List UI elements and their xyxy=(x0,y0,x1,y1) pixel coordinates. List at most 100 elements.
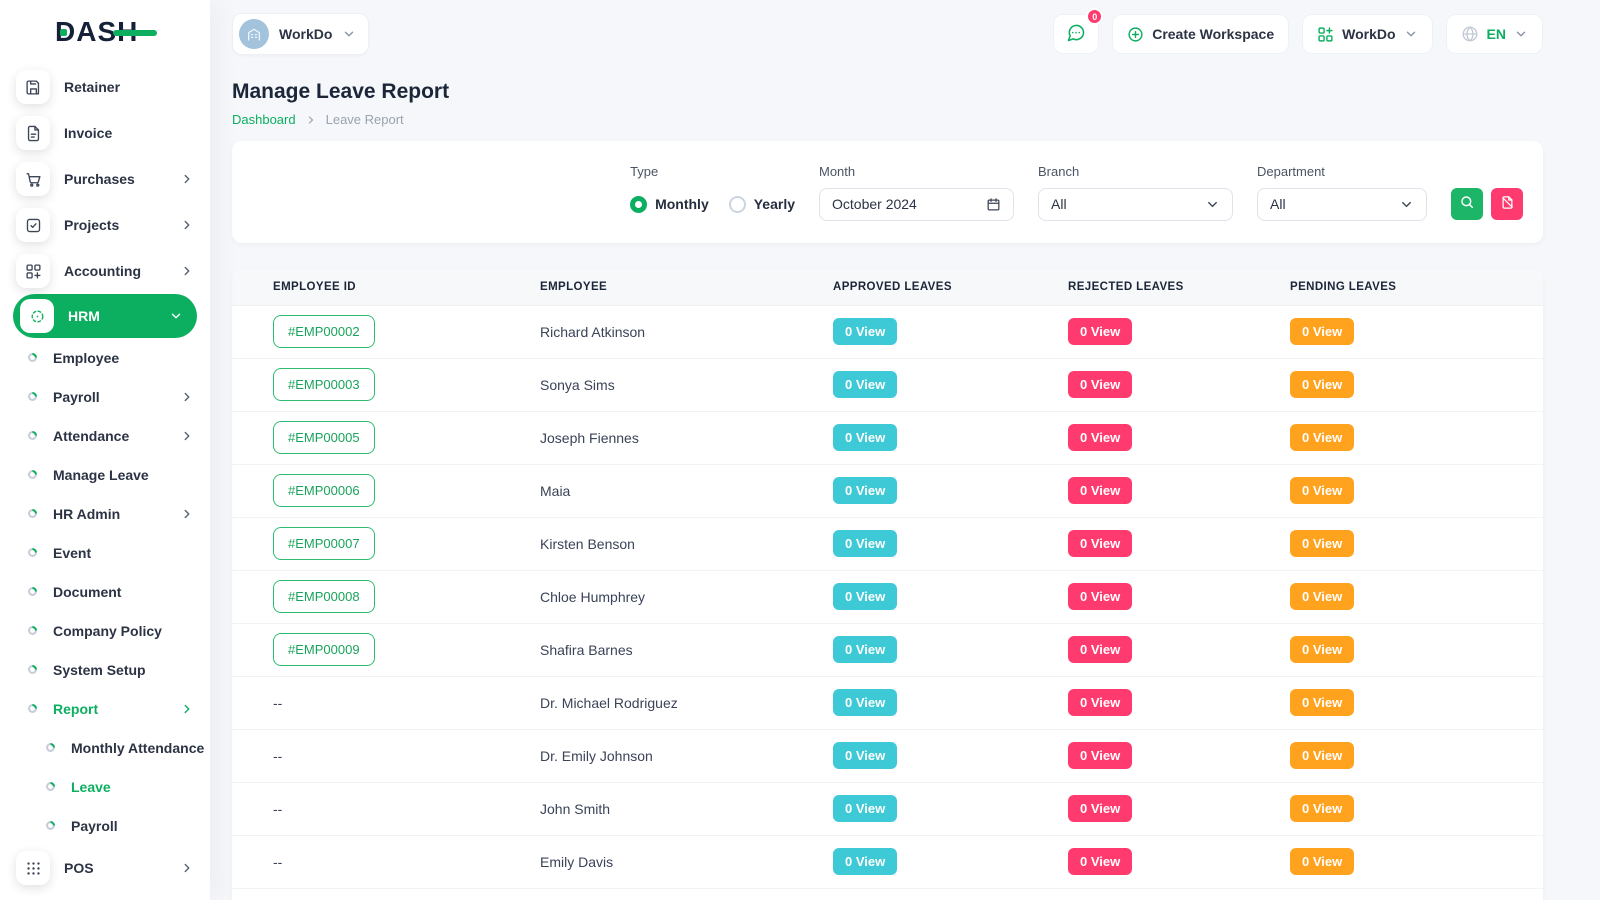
sidebar-item-company-policy[interactable]: Company Policy xyxy=(0,611,210,650)
rejected-leaves-badge[interactable]: 0 View xyxy=(1068,689,1132,716)
app-switcher-button[interactable]: WorkDo xyxy=(1302,14,1432,54)
sidebar-item-event[interactable]: Event xyxy=(0,533,210,572)
filter-card: Type Monthly Yearly xyxy=(232,141,1543,243)
sidebar-item-monthly-attendance[interactable]: Monthly Attendance xyxy=(0,728,210,767)
chevron-right-icon xyxy=(180,264,194,278)
rejected-leaves-badge[interactable]: 0 View xyxy=(1068,318,1132,345)
sidebar-item-leave[interactable]: Leave xyxy=(0,767,210,806)
sidebar-item-label: Document xyxy=(53,584,121,600)
workspace-switcher[interactable]: WorkDo xyxy=(232,13,369,55)
sidebar-item-payroll[interactable]: Payroll xyxy=(0,377,210,416)
table-row: #EMP00009Shafira Barnes0 View0 View0 Vie… xyxy=(232,623,1543,676)
chevron-right-icon xyxy=(180,172,194,186)
sidebar-item-attendance[interactable]: Attendance xyxy=(0,416,210,455)
grid-plus-icon xyxy=(1317,26,1334,43)
brand-logo[interactable]: DASH xyxy=(0,0,210,64)
bullet-icon xyxy=(27,469,38,480)
approved-leaves-badge[interactable]: 0 View xyxy=(833,742,897,769)
sidebar-item-hrm[interactable]: HRM xyxy=(13,294,197,338)
sidebar-item-invoice[interactable]: Invoice xyxy=(0,110,210,156)
bullet-icon xyxy=(27,352,38,363)
approved-leaves-badge[interactable]: 0 View xyxy=(833,795,897,822)
approved-leaves-badge[interactable]: 0 View xyxy=(833,583,897,610)
approved-leaves-badge[interactable]: 0 View xyxy=(833,530,897,557)
approved-leaves-badge[interactable]: 0 View xyxy=(833,424,897,451)
rejected-leaves-badge[interactable]: 0 View xyxy=(1068,530,1132,557)
sidebar-item-label: Report xyxy=(53,701,98,717)
yearly-radio[interactable]: Yearly xyxy=(729,196,795,213)
rejected-leaves-badge[interactable]: 0 View xyxy=(1068,371,1132,398)
employee-id-button[interactable]: #EMP00002 xyxy=(273,315,375,348)
approved-leaves-badge[interactable]: 0 View xyxy=(833,848,897,875)
bullet-icon xyxy=(27,430,38,441)
employee-id-button[interactable]: #EMP00008 xyxy=(273,580,375,613)
bullet-icon xyxy=(27,664,38,675)
chevron-down-icon xyxy=(342,27,356,41)
search-button[interactable] xyxy=(1451,188,1483,220)
rejected-leaves-badge[interactable]: 0 View xyxy=(1068,583,1132,610)
sidebar-item-pos[interactable]: POS xyxy=(0,845,210,891)
employee-id-button[interactable]: #EMP00009 xyxy=(273,633,375,666)
month-input[interactable]: October 2024 xyxy=(819,188,1014,221)
sidebar-item-label: Manage Leave xyxy=(53,467,149,483)
rejected-leaves-badge[interactable]: 0 View xyxy=(1068,795,1132,822)
pending-leaves-badge[interactable]: 0 View xyxy=(1290,848,1354,875)
pending-leaves-badge[interactable]: 0 View xyxy=(1290,477,1354,504)
breadcrumb-current: Leave Report xyxy=(326,112,404,127)
employee-name: John Smith xyxy=(540,782,833,835)
sidebar-item-payroll[interactable]: Payroll xyxy=(0,806,210,845)
sidebar-item-projects[interactable]: Projects xyxy=(0,202,210,248)
employee-id-button[interactable]: #EMP00006 xyxy=(273,474,375,507)
monthly-radio[interactable]: Monthly xyxy=(630,196,709,213)
globe-icon xyxy=(1461,25,1479,43)
approved-leaves-badge[interactable]: 0 View xyxy=(833,689,897,716)
accounting-icon xyxy=(16,254,50,288)
branch-select[interactable]: All xyxy=(1038,188,1233,221)
employee-id-button[interactable]: #EMP00003 xyxy=(273,368,375,401)
messages-button[interactable]: 0 xyxy=(1053,14,1099,54)
sidebar-item-label: Invoice xyxy=(64,125,112,141)
approved-leaves-badge[interactable]: 0 View xyxy=(833,636,897,663)
chevron-right-icon xyxy=(180,390,194,404)
rejected-leaves-badge[interactable]: 0 View xyxy=(1068,636,1132,663)
rejected-leaves-badge[interactable]: 0 View xyxy=(1068,424,1132,451)
pending-leaves-badge[interactable]: 0 View xyxy=(1290,742,1354,769)
approved-leaves-badge[interactable]: 0 View xyxy=(833,477,897,504)
pending-leaves-badge[interactable]: 0 View xyxy=(1290,318,1354,345)
sidebar-item-report[interactable]: Report xyxy=(0,689,210,728)
rejected-leaves-badge[interactable]: 0 View xyxy=(1068,742,1132,769)
reset-filter-button[interactable] xyxy=(1491,188,1523,220)
pending-leaves-badge[interactable]: 0 View xyxy=(1290,636,1354,663)
language-code: EN xyxy=(1487,26,1506,42)
employee-id-button[interactable]: #EMP00007 xyxy=(273,527,375,560)
sidebar-item-label: HR Admin xyxy=(53,506,120,522)
approved-leaves-badge[interactable]: 0 View xyxy=(833,371,897,398)
language-selector[interactable]: EN xyxy=(1446,14,1543,54)
pending-leaves-badge[interactable]: 0 View xyxy=(1290,530,1354,557)
pending-leaves-badge[interactable]: 0 View xyxy=(1290,795,1354,822)
bullet-icon xyxy=(27,508,38,519)
employee-id-button[interactable]: #EMP00005 xyxy=(273,421,375,454)
rejected-leaves-badge[interactable]: 0 View xyxy=(1068,477,1132,504)
breadcrumb-dashboard-link[interactable]: Dashboard xyxy=(232,112,296,127)
sidebar-item-manage-leave[interactable]: Manage Leave xyxy=(0,455,210,494)
pending-leaves-badge[interactable]: 0 View xyxy=(1290,371,1354,398)
sidebar-item-system-setup[interactable]: System Setup xyxy=(0,650,210,689)
sidebar-item-purchases[interactable]: Purchases xyxy=(0,156,210,202)
department-select[interactable]: All xyxy=(1257,188,1427,221)
sidebar-item-hr-admin[interactable]: HR Admin xyxy=(0,494,210,533)
create-workspace-button[interactable]: Create Workspace xyxy=(1112,14,1289,54)
sidebar-item-accounting[interactable]: Accounting xyxy=(0,248,210,294)
table-row: #EMP00005Joseph Fiennes0 View0 View0 Vie… xyxy=(232,411,1543,464)
sidebar-item-retainer[interactable]: Retainer xyxy=(0,64,210,110)
pending-leaves-badge[interactable]: 0 View xyxy=(1290,583,1354,610)
employee-name: Maia xyxy=(540,464,833,517)
sidebar-item-document[interactable]: Document xyxy=(0,572,210,611)
branch-value: All xyxy=(1051,196,1067,212)
approved-leaves-badge[interactable]: 0 View xyxy=(833,318,897,345)
pending-leaves-badge[interactable]: 0 View xyxy=(1290,424,1354,451)
rejected-leaves-badge[interactable]: 0 View xyxy=(1068,848,1132,875)
sidebar-item-employee[interactable]: Employee xyxy=(0,338,210,377)
pending-leaves-badge[interactable]: 0 View xyxy=(1290,689,1354,716)
type-filter-group: Type Monthly Yearly xyxy=(630,164,795,221)
